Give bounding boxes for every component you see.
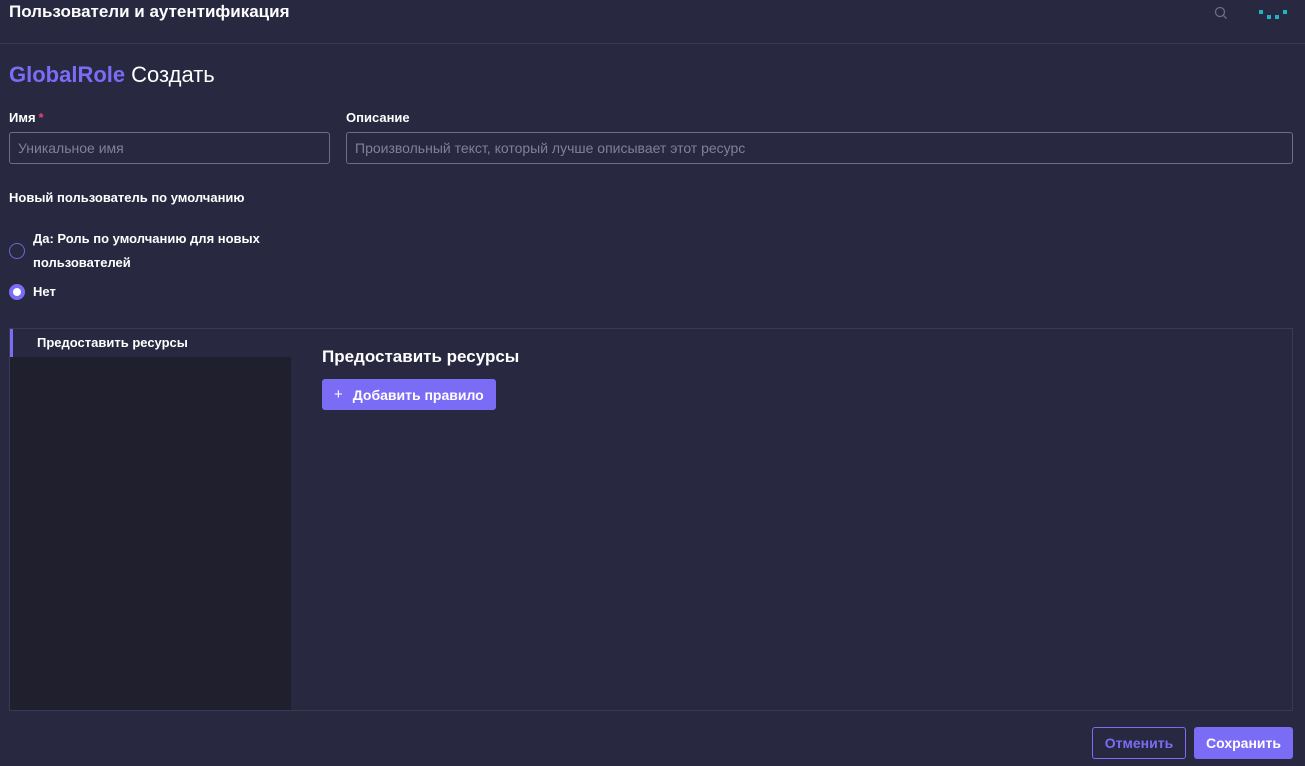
new-user-default-label: Новый пользователь по умолчанию bbox=[9, 190, 245, 205]
radio-label-no: Нет bbox=[33, 284, 56, 299]
tab-content: Предоставить ресурсы + Добавить правило bbox=[322, 347, 519, 410]
name-input[interactable] bbox=[9, 132, 330, 164]
top-bar: Пользователи и аутентификация bbox=[0, 0, 1305, 44]
tabs-panel: Предоставить ресурсы Предоставить ресурс… bbox=[9, 328, 1293, 711]
page-title: GlobalRole Создать bbox=[9, 62, 215, 88]
save-button[interactable]: Сохранить bbox=[1194, 727, 1293, 759]
brand-logo-icon[interactable] bbox=[1256, 6, 1288, 22]
description-label: Описание bbox=[346, 110, 410, 125]
radio-button-no[interactable] bbox=[9, 284, 25, 300]
radio-option-yes[interactable]: Да: Роль по умолчанию для новых пользова… bbox=[9, 227, 309, 275]
resource-type: GlobalRole bbox=[9, 62, 126, 87]
name-label: Имя * bbox=[9, 110, 44, 125]
tab-grant-resources[interactable]: Предоставить ресурсы bbox=[10, 329, 291, 357]
required-mark: * bbox=[38, 110, 44, 125]
description-input[interactable] bbox=[346, 132, 1293, 164]
tab-list: Предоставить ресурсы bbox=[10, 329, 291, 710]
radio-label-yes: Да: Роль по умолчанию для новых пользова… bbox=[33, 231, 260, 270]
page-action: Создать bbox=[131, 62, 215, 87]
add-rule-label: Добавить правило bbox=[352, 386, 484, 403]
app-title: Пользователи и аутентификация bbox=[9, 2, 290, 21]
cancel-button[interactable]: Отменить bbox=[1092, 727, 1186, 759]
section-title: Предоставить ресурсы bbox=[322, 347, 520, 366]
radio-option-no[interactable]: Нет bbox=[9, 280, 56, 304]
radio-button-yes[interactable] bbox=[9, 243, 25, 259]
search-icon[interactable] bbox=[1214, 6, 1228, 20]
plus-icon: + bbox=[334, 386, 343, 403]
add-rule-button[interactable]: + Добавить правило bbox=[322, 379, 496, 410]
